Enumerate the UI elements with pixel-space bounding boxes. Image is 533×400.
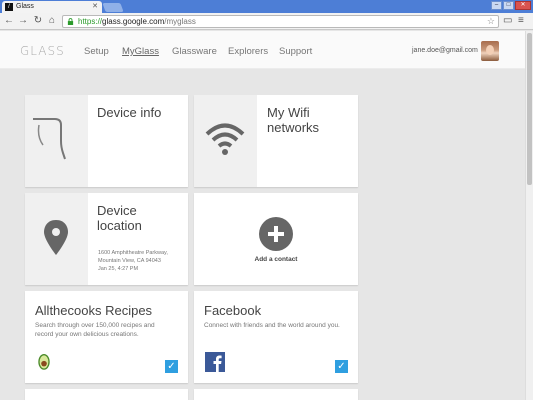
page-scrollbar[interactable]: [525, 31, 533, 400]
allthecooks-desc-line2: record your own delicious creations.: [35, 331, 139, 338]
back-arrow-icon[interactable]: ←: [3, 15, 15, 27]
facebook-title: Facebook: [204, 303, 262, 318]
glass-logo[interactable]: GLASS: [20, 44, 65, 58]
device-location-card[interactable]: Device location 1600 Amphitheatre Parkwa…: [25, 193, 188, 285]
facebook-desc: Connect with friends and the world aroun…: [204, 321, 340, 330]
add-contact-card[interactable]: Add a contact: [194, 193, 358, 285]
facebook-checkbox[interactable]: ✓: [335, 360, 348, 373]
wifi-title-line1: My Wifi: [267, 105, 310, 120]
wifi-title-line2: networks: [267, 120, 320, 135]
allthecooks-checkbox[interactable]: ✓: [165, 360, 178, 373]
tab-close-icon[interactable]: ✕: [92, 1, 98, 13]
bookmark-star-icon[interactable]: ☆: [487, 16, 495, 27]
glass-favicon-icon: /: [5, 3, 13, 11]
home-icon[interactable]: ⌂: [46, 15, 58, 27]
card-next-left[interactable]: [25, 389, 188, 400]
address-bar[interactable]: https://glass.google.com/myglass ☆: [62, 15, 499, 28]
url-host: glass.google.com: [102, 17, 165, 26]
wifi-icon: [205, 123, 245, 155]
url-path: /myglass: [164, 17, 196, 26]
lock-icon: [67, 18, 74, 25]
cast-icon[interactable]: ▭: [503, 15, 512, 27]
facebook-desc-line1: Connect with friends and the world aroun…: [204, 322, 340, 329]
card-next-right[interactable]: [194, 389, 358, 400]
location-title-line1: Device: [97, 203, 137, 218]
add-contact-label[interactable]: Add a contact: [194, 256, 358, 263]
nav-explorers[interactable]: Explorers: [228, 46, 268, 57]
maximize-button[interactable]: □: [503, 1, 514, 10]
close-window-button[interactable]: ✕: [515, 1, 531, 10]
browser-titlebar: / Glass ✕ – □ ✕: [0, 0, 533, 13]
site-header: GLASS Setup MyGlass Glassware Explorers …: [0, 31, 525, 69]
address-line1: 1600 Amphitheatre Parkway,: [98, 250, 168, 256]
plus-icon[interactable]: [259, 217, 293, 251]
wifi-card[interactable]: My Wifi networks: [194, 95, 358, 187]
allthecooks-desc-line1: Search through over 150,000 recipes and: [35, 322, 155, 329]
glass-frame-icon: [33, 118, 66, 160]
nav-setup[interactable]: Setup: [84, 46, 109, 57]
menu-icon[interactable]: ≡: [518, 15, 524, 27]
facebook-card[interactable]: Facebook Connect with friends and the wo…: [194, 291, 358, 383]
address-line2: Mountain View, CA 94043: [98, 258, 161, 264]
device-info-title: Device info: [97, 105, 162, 120]
device-info-card[interactable]: Device info: [25, 95, 188, 187]
forward-arrow-icon[interactable]: →: [17, 15, 29, 27]
browser-toolbar: ← → ↻ ⌂ https://glass.google.com/myglass…: [0, 13, 533, 30]
minimize-button[interactable]: –: [491, 1, 502, 10]
allthecooks-card[interactable]: Allthecooks Recipes Search through over …: [25, 291, 188, 383]
reload-icon[interactable]: ↻: [32, 15, 44, 27]
tab-glass[interactable]: / Glass ✕: [2, 1, 102, 13]
facebook-icon: [205, 352, 225, 372]
nav-myglass[interactable]: MyGlass: [122, 46, 159, 57]
new-tab-button[interactable]: [102, 3, 124, 12]
nav-support[interactable]: Support: [279, 46, 312, 57]
page-content: GLASS Setup MyGlass Glassware Explorers …: [0, 31, 525, 400]
user-email[interactable]: jane.doe@gmail.com: [412, 47, 478, 54]
location-address: 1600 Amphitheatre Parkway, Mountain View…: [98, 249, 168, 273]
avatar[interactable]: [481, 41, 499, 61]
avocado-icon: [38, 354, 50, 370]
url-scheme: https://: [78, 17, 103, 26]
allthecooks-desc: Search through over 150,000 recipes and …: [35, 321, 155, 339]
allthecooks-title: Allthecooks Recipes: [35, 303, 153, 318]
location-title-line2: location: [97, 218, 142, 233]
location-timestamp: Jan 25, 4:27 PM: [98, 266, 139, 272]
map-pin-icon: [44, 220, 68, 255]
nav-glassware[interactable]: Glassware: [172, 46, 217, 57]
scrollbar-thumb[interactable]: [527, 33, 532, 185]
window-controls: – □ ✕: [491, 1, 531, 10]
tab-title: Glass: [16, 3, 34, 10]
